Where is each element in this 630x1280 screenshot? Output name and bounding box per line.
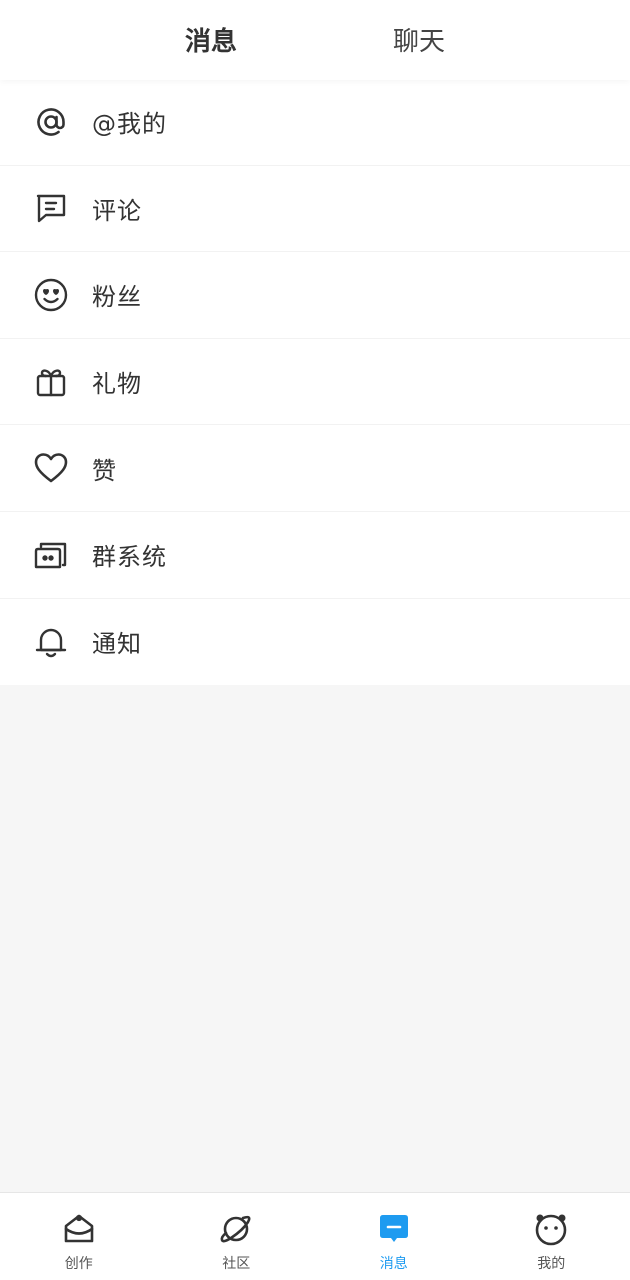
list-item-label: 粉丝 bbox=[92, 283, 142, 312]
at-icon bbox=[32, 103, 70, 141]
list-item-mentions[interactable]: @我的 bbox=[0, 79, 630, 166]
message-category-list: @我的 评论 粉丝 礼物 赞 群系统 通知 bbox=[0, 79, 630, 686]
list-item-label: 礼物 bbox=[92, 370, 142, 399]
tab-messages-bottom[interactable]: 消息 bbox=[315, 1193, 473, 1280]
tab-chat[interactable]: 聊天 bbox=[349, 22, 489, 62]
comment-icon bbox=[32, 189, 70, 227]
list-item-comments[interactable]: 评论 bbox=[0, 166, 630, 253]
list-item-fans[interactable]: 粉丝 bbox=[0, 252, 630, 339]
group-robot-icon bbox=[32, 536, 70, 574]
panda-face-icon bbox=[533, 1211, 569, 1247]
message-icon bbox=[376, 1211, 412, 1247]
tab-messages[interactable]: 消息 bbox=[141, 22, 281, 62]
list-item-label: @我的 bbox=[92, 110, 167, 139]
list-item-gifts[interactable]: 礼物 bbox=[0, 339, 630, 426]
list-item-group-system[interactable]: 群系统 bbox=[0, 512, 630, 599]
tab-label: 社区 bbox=[222, 1256, 251, 1272]
create-icon bbox=[61, 1211, 97, 1247]
bell-icon bbox=[32, 623, 70, 661]
list-item-notifications[interactable]: 通知 bbox=[0, 599, 630, 686]
list-item-label: 通知 bbox=[92, 630, 142, 659]
list-item-label: 赞 bbox=[92, 456, 117, 485]
list-item-label: 评论 bbox=[92, 196, 142, 225]
smiley-heart-eyes-icon bbox=[32, 276, 70, 314]
heart-icon bbox=[32, 449, 70, 487]
tab-me[interactable]: 我的 bbox=[473, 1193, 630, 1280]
list-item-likes[interactable]: 赞 bbox=[0, 425, 630, 512]
tab-community[interactable]: 社区 bbox=[158, 1193, 316, 1280]
tab-label: 创作 bbox=[64, 1256, 93, 1272]
bottom-tab-bar: 创作 社区 消息 我的 bbox=[0, 1192, 630, 1280]
list-item-label: 群系统 bbox=[92, 543, 167, 572]
tab-label: 消息 bbox=[379, 1256, 408, 1272]
top-tab-bar: 消息 聊天 bbox=[0, 0, 630, 80]
gift-icon bbox=[32, 363, 70, 401]
tab-label: 我的 bbox=[537, 1256, 566, 1272]
planet-icon bbox=[218, 1211, 254, 1247]
tab-create[interactable]: 创作 bbox=[0, 1193, 158, 1280]
